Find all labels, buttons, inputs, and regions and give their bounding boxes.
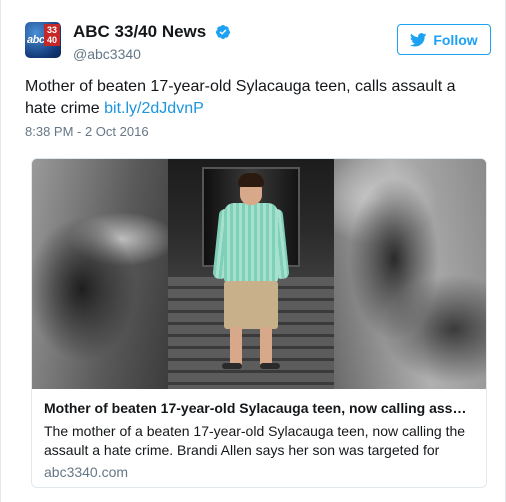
card-title: Mother of beaten 17-year-old Sylacauga t… — [44, 400, 467, 416]
account-display-name[interactable]: ABC 33/40 News — [73, 22, 206, 41]
follow-button-label: Follow — [433, 31, 478, 48]
card-description: The mother of a beaten 17-year-old Sylac… — [44, 423, 466, 458]
verified-badge-icon — [215, 25, 230, 39]
bird-icon — [410, 32, 427, 46]
teen-photo — [168, 159, 334, 389]
card-domain: abc3340.com — [44, 464, 129, 480]
card-image-blur-right — [334, 159, 486, 389]
avatar-brand-text: abc — [27, 34, 45, 46]
tweet-body: Mother of beaten 17-year-old Sylacauga t… — [25, 78, 456, 117]
link-card[interactable]: Mother of beaten 17-year-old Sylacauga t… — [31, 158, 487, 488]
account-handle[interactable]: @abc3340 — [73, 46, 141, 62]
avatar-channel-text: 33 40 — [44, 24, 60, 46]
tweet-text: Mother of beaten 17-year-old Sylacauga t… — [25, 76, 485, 120]
follow-button[interactable]: Follow — [397, 24, 491, 55]
account-avatar[interactable]: abc 33 40 — [25, 22, 61, 58]
card-image-blur-left — [32, 159, 168, 389]
tweet-header: abc 33 40 ABC 33/40 News @abc3340 Follow — [25, 18, 491, 66]
card-image[interactable] — [32, 159, 486, 389]
tweet-timestamp[interactable]: 8:38 PM - 2 Oct 2016 — [25, 124, 149, 139]
embedded-tweet: abc 33 40 ABC 33/40 News @abc3340 Follow … — [0, 0, 506, 502]
tweet-link[interactable]: bit.ly/2dJdvnP — [104, 100, 204, 117]
account-name-row: ABC 33/40 News — [73, 22, 231, 42]
card-body[interactable]: Mother of beaten 17-year-old Sylacauga t… — [32, 389, 486, 487]
